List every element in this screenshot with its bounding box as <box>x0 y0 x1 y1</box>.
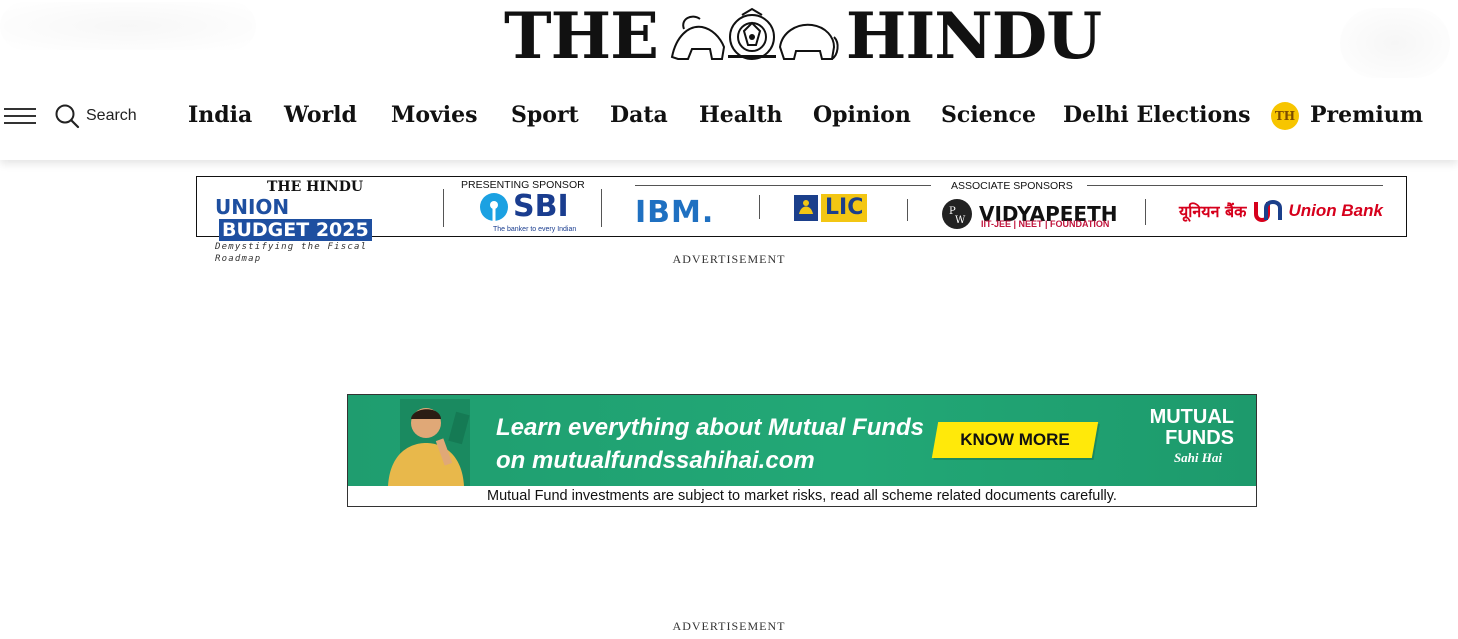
sbi-text: SBI <box>513 189 569 224</box>
emblem-icon <box>670 7 839 60</box>
budget-label: BUDGET 2025 <box>219 219 372 241</box>
nav-item-india[interactable]: India <box>188 98 252 132</box>
nav-item-data[interactable]: Data <box>610 98 668 132</box>
mini-hindu-logo: THE HINDU <box>266 179 364 195</box>
nav-item-health[interactable]: Health <box>699 98 783 132</box>
divider <box>443 189 444 227</box>
mutual-funds-sahi-hai-logo: MUTUAL FUNDS Sahi Hai <box>1124 407 1234 467</box>
know-more-label: KNOW MORE <box>960 430 1070 449</box>
ibm-logo: IBM. <box>635 195 715 230</box>
faded-header-element <box>1340 8 1450 78</box>
divider <box>1145 199 1146 225</box>
advertisement-label: ADVERTISEMENT <box>672 619 786 633</box>
lic-logo: LIC <box>793 194 868 222</box>
union-bank-icon <box>1254 200 1283 222</box>
ad-headline-line-1: Learn everything about Mutual Funds <box>496 414 925 441</box>
brand-line-1: MUTUAL <box>1149 406 1234 428</box>
associate-rule-right <box>1087 185 1383 186</box>
site-header: THE HINDU Search India World Movies Spor… <box>0 0 1458 160</box>
ad-headline-line-2: on mutualfundssahihai.com <box>496 447 815 474</box>
search-label: Search <box>86 107 137 124</box>
the-hindu-logo[interactable]: THE HINDU <box>504 0 1102 74</box>
ad-banner-area: Learn everything about Mutual Funds on m… <box>348 395 1256 486</box>
know-more-button[interactable]: KNOW MORE <box>931 422 1099 458</box>
nav-item-premium[interactable]: Premium <box>1310 98 1423 132</box>
nav-item-movies[interactable]: Movies <box>391 98 478 132</box>
person-illustration <box>388 399 470 486</box>
faded-header-element <box>0 2 256 50</box>
union-label: UNION <box>215 195 290 219</box>
nav-item-opinion[interactable]: Opinion <box>813 98 911 132</box>
nav-item-delhi-elections[interactable]: Delhi Elections <box>1063 98 1251 132</box>
lic-emblem-icon <box>794 195 818 221</box>
sbi-tagline: The banker to every Indian <box>493 226 577 233</box>
brand-line-2: FUNDS <box>1165 427 1234 449</box>
logo-word-the: THE <box>504 0 659 74</box>
union-bank-hindi-text: यूनियन बैंक <box>1179 202 1247 221</box>
lic-text: LIC <box>821 194 868 222</box>
advertisement-label: ADVERTISEMENT <box>672 252 786 266</box>
union-budget-sponsor-banner[interactable]: THE HINDU UNIONBUDGET 2025 Demystifying … <box>196 176 1407 264</box>
associate-sponsors-caption: ASSOCIATE SPONSORS <box>951 180 1073 192</box>
union-bank-text: Union Bank <box>1288 201 1383 220</box>
search-icon <box>55 104 80 129</box>
divider <box>601 189 602 227</box>
nav-item-sport[interactable]: Sport <box>511 98 579 132</box>
svg-text:W: W <box>955 215 966 226</box>
pw-icon: P W <box>942 199 972 229</box>
vidyapeeth-subtitle: IIT-JEE | NEET | FOUNDATION <box>981 219 1110 229</box>
nav-item-science[interactable]: Science <box>941 98 1036 132</box>
brand-tag: Sahi Hai <box>1173 450 1222 465</box>
ad-headline: Learn everything about Mutual Funds on m… <box>496 411 924 477</box>
sbi-icon <box>480 193 508 221</box>
divider <box>907 199 908 221</box>
associate-rule-left <box>635 185 931 186</box>
ad-disclaimer: Mutual Fund investments are subject to m… <box>348 486 1256 506</box>
mutual-funds-ad[interactable]: Learn everything about Mutual Funds on m… <box>347 394 1257 507</box>
nav-item-world[interactable]: World <box>284 98 357 132</box>
sbi-logo: SBI <box>479 191 569 223</box>
search-button[interactable]: Search <box>54 102 137 130</box>
hamburger-icon[interactable] <box>4 104 38 128</box>
divider <box>759 195 760 219</box>
union-bank-logo: यूनियन बैंक Union Bank <box>1179 198 1383 224</box>
logo-word-hindu: HINDU <box>845 0 1102 74</box>
premium-badge-icon: TH <box>1271 102 1299 130</box>
